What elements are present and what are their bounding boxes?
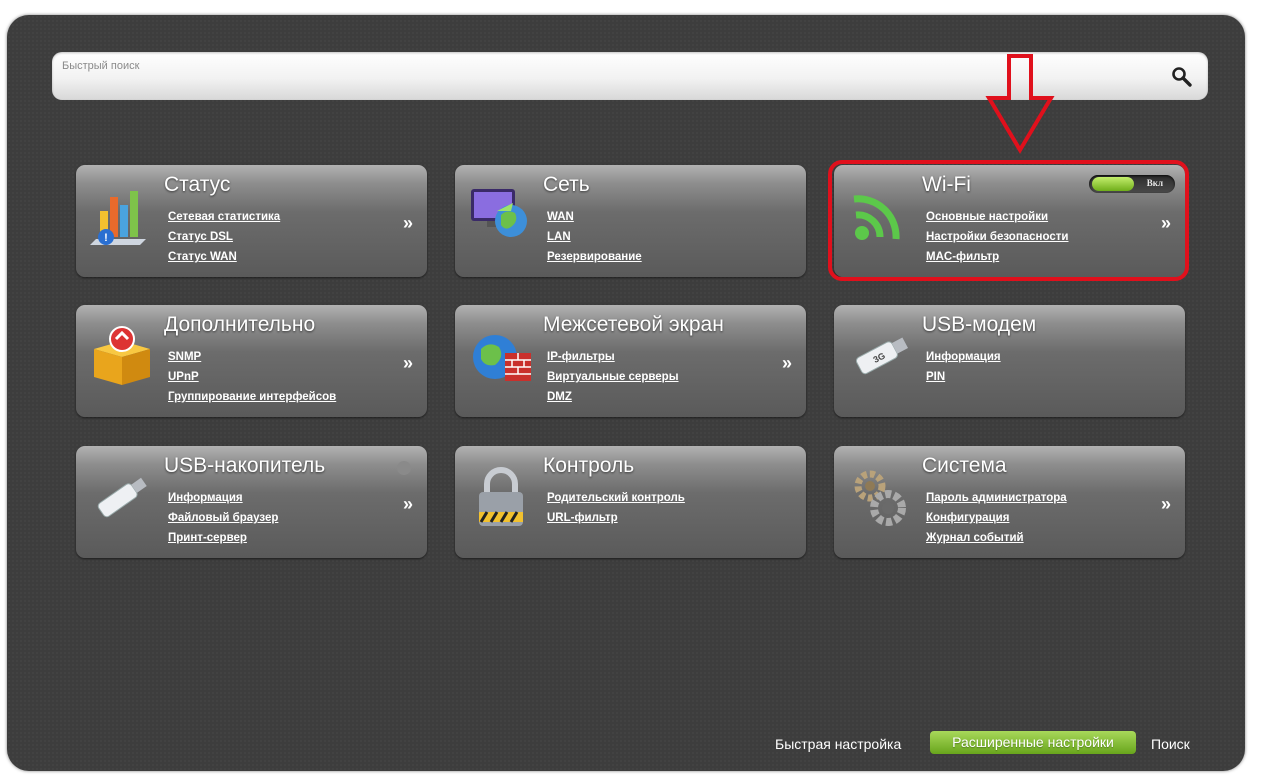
card-title: Контроль: [543, 454, 635, 477]
search-input[interactable]: Быстрый поиск: [62, 60, 139, 72]
expand-arrow[interactable]: »: [403, 494, 413, 515]
card-title: Статус: [164, 173, 231, 196]
card-title: Система: [922, 454, 1007, 477]
card-system: Система Пароль администратора Конфигурац…: [834, 446, 1185, 558]
card-title: Сеть: [543, 173, 590, 196]
firewall-icon: [473, 335, 531, 381]
link-upnp[interactable]: UPnP: [168, 367, 336, 387]
link-pin[interactable]: PIN: [926, 367, 1001, 387]
link-wan[interactable]: WAN: [547, 207, 642, 227]
usb-modem-icon: 3G: [855, 337, 909, 375]
usb-storage-icon: [97, 477, 147, 518]
link-security-settings[interactable]: Настройки безопасности: [926, 227, 1068, 247]
gears-icon: [854, 470, 906, 526]
link-basic-settings[interactable]: Основные настройки: [926, 207, 1068, 227]
card-title: Wi-Fi: [922, 173, 971, 196]
expand-arrow[interactable]: »: [1161, 213, 1171, 234]
link-configuration[interactable]: Конфигурация: [926, 508, 1067, 528]
link-url-filter[interactable]: URL-фильтр: [547, 508, 685, 528]
link-file-browser[interactable]: Файловый браузер: [168, 508, 278, 528]
link-snmp[interactable]: SNMP: [168, 347, 336, 367]
link-backup[interactable]: Резервирование: [547, 247, 642, 267]
wifi-toggle[interactable]: Вкл: [1089, 175, 1175, 193]
card-title: USB-накопитель: [164, 454, 326, 477]
link-storage-information[interactable]: Информация: [168, 488, 278, 508]
link-dmz[interactable]: DMZ: [547, 387, 679, 407]
quick-setup-link[interactable]: Быстрая настройка: [775, 736, 901, 752]
link-interface-grouping[interactable]: Группирование интерфейсов: [168, 387, 336, 407]
link-event-log[interactable]: Журнал событий: [926, 528, 1067, 548]
card-usb-modem: 3G USB-модем Информация PIN: [834, 305, 1185, 417]
card-wifi: Wi-Fi Вкл Основные настройки Настройки б…: [834, 165, 1185, 277]
card-status: ! Статус Сетевая статистика Статус DSL С…: [76, 165, 427, 277]
expand-arrow[interactable]: »: [403, 213, 413, 234]
card-advanced: Дополнительно SNMP UPnP Группирование ин…: [76, 305, 427, 417]
quick-search-bar[interactable]: Быстрый поиск: [52, 52, 1208, 100]
link-lan[interactable]: LAN: [547, 227, 642, 247]
link-dsl-status[interactable]: Статус DSL: [168, 227, 280, 247]
link-mac-filter[interactable]: MAC-фильтр: [926, 247, 1068, 267]
expand-arrow[interactable]: »: [782, 353, 792, 374]
search-link[interactable]: Поиск: [1151, 736, 1190, 752]
card-title: Межсетевой экран: [543, 313, 724, 336]
advanced-box-icon: [94, 326, 150, 385]
link-parental-control[interactable]: Родительский контроль: [547, 488, 685, 508]
expand-arrow[interactable]: »: [403, 353, 413, 374]
toggle-label: Вкл: [1146, 178, 1163, 188]
network-globe-icon: [471, 189, 527, 237]
padlock-icon: [479, 467, 523, 526]
toggle-knob: [1092, 177, 1134, 191]
link-modem-information[interactable]: Информация: [926, 347, 1001, 367]
card-usb-storage: USB-накопитель Информация Файловый брауз…: [76, 446, 427, 558]
wifi-icon: [853, 195, 900, 240]
eject-icon[interactable]: [397, 461, 411, 475]
link-ip-filters[interactable]: IP-фильтры: [547, 347, 679, 367]
link-admin-password[interactable]: Пароль администратора: [926, 488, 1067, 508]
card-title: Дополнительно: [164, 313, 316, 336]
advanced-settings-button[interactable]: Расширенные настройки: [930, 731, 1136, 754]
link-wan-status[interactable]: Статус WAN: [168, 247, 280, 267]
card-title: USB-модем: [922, 313, 1037, 336]
link-virtual-servers[interactable]: Виртуальные серверы: [547, 367, 679, 387]
search-icon[interactable]: [1170, 65, 1194, 89]
link-network-statistics[interactable]: Сетевая статистика: [168, 207, 280, 227]
card-control: Контроль Родительский контроль URL-фильт…: [455, 446, 806, 558]
link-print-server[interactable]: Принт-сервер: [168, 528, 278, 548]
status-chart-icon: !: [90, 191, 146, 245]
svg-text:!: !: [104, 232, 108, 244]
card-network: Сеть WAN LAN Резервирование: [455, 165, 806, 277]
card-firewall: Межсетевой экран IP-фильтры Виртуальные …: [455, 305, 806, 417]
expand-arrow[interactable]: »: [1161, 494, 1171, 515]
